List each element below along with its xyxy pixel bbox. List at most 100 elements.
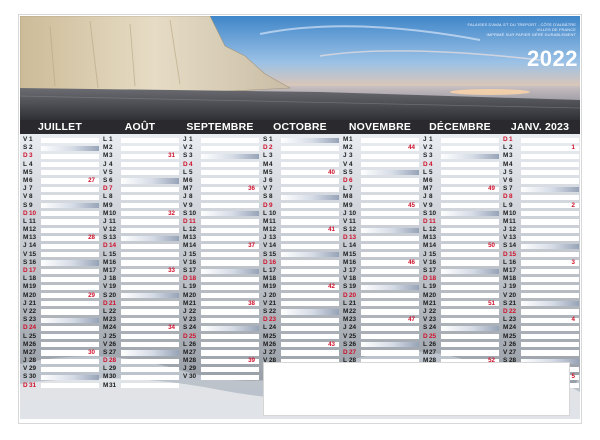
day-cell[interactable] <box>41 309 99 315</box>
day-cell[interactable] <box>41 186 99 192</box>
day-cell[interactable] <box>201 366 259 372</box>
day-cell[interactable] <box>361 284 419 291</box>
day-cell[interactable] <box>41 211 99 217</box>
day-cell[interactable] <box>521 227 579 233</box>
day-cell[interactable] <box>361 186 419 192</box>
day-cell[interactable] <box>201 162 259 168</box>
day-cell[interactable] <box>41 137 99 143</box>
day-cell[interactable] <box>521 342 579 348</box>
day-cell[interactable] <box>441 219 499 225</box>
day-cell[interactable] <box>441 153 499 160</box>
day-cell[interactable] <box>441 194 499 200</box>
day-cell[interactable] <box>121 284 179 291</box>
day-cell[interactable] <box>281 301 339 307</box>
day-cell[interactable] <box>441 178 499 184</box>
day-cell[interactable] <box>361 170 419 176</box>
day-cell[interactable] <box>281 162 339 168</box>
day-cell[interactable] <box>201 252 259 258</box>
day-cell[interactable] <box>41 153 99 160</box>
day-cell[interactable] <box>121 366 179 372</box>
day-cell[interactable] <box>441 325 499 331</box>
day-cell[interactable] <box>361 235 419 241</box>
day-cell[interactable] <box>521 260 579 266</box>
day-cell[interactable] <box>201 268 259 274</box>
day-cell[interactable] <box>521 137 579 143</box>
day-cell[interactable] <box>121 178 179 184</box>
day-cell[interactable] <box>361 162 419 168</box>
day-cell[interactable] <box>441 211 499 217</box>
day-cell[interactable] <box>521 325 579 331</box>
day-cell[interactable] <box>281 211 339 217</box>
day-cell[interactable] <box>521 243 579 250</box>
day-cell[interactable] <box>121 276 179 282</box>
day-cell[interactable] <box>201 374 259 381</box>
day-cell[interactable] <box>521 301 579 307</box>
day-cell[interactable] <box>121 334 179 340</box>
day-cell[interactable] <box>441 293 499 299</box>
day-cell[interactable] <box>121 162 179 168</box>
day-cell[interactable] <box>201 325 259 331</box>
day-cell[interactable] <box>521 153 579 160</box>
day-cell[interactable] <box>441 145 499 151</box>
day-cell[interactable] <box>121 293 179 299</box>
day-cell[interactable] <box>361 227 419 233</box>
day-cell[interactable] <box>121 260 179 266</box>
day-cell[interactable] <box>521 293 579 299</box>
day-cell[interactable] <box>521 268 579 274</box>
day-cell[interactable] <box>121 145 179 151</box>
day-cell[interactable] <box>121 227 179 233</box>
day-cell[interactable] <box>361 325 419 331</box>
day-cell[interactable] <box>281 276 339 282</box>
day-cell[interactable] <box>41 325 99 331</box>
day-cell[interactable] <box>41 284 99 291</box>
day-cell[interactable] <box>281 186 339 192</box>
day-cell[interactable] <box>441 342 499 348</box>
day-cell[interactable] <box>441 260 499 266</box>
day-cell[interactable] <box>521 211 579 217</box>
day-cell[interactable] <box>121 383 179 389</box>
day-cell[interactable] <box>281 137 339 143</box>
day-cell[interactable] <box>281 260 339 266</box>
day-cell[interactable] <box>201 309 259 315</box>
day-cell[interactable] <box>41 203 99 209</box>
day-cell[interactable] <box>441 203 499 209</box>
day-cell[interactable] <box>41 358 99 364</box>
day-cell[interactable] <box>41 170 99 176</box>
day-cell[interactable] <box>441 350 499 356</box>
day-cell[interactable] <box>361 309 419 315</box>
day-cell[interactable] <box>201 334 259 340</box>
day-cell[interactable] <box>441 252 499 258</box>
day-cell[interactable] <box>201 227 259 233</box>
day-cell[interactable] <box>281 309 339 315</box>
day-cell[interactable] <box>41 219 99 225</box>
day-cell[interactable] <box>201 137 259 143</box>
day-cell[interactable] <box>121 301 179 307</box>
day-cell[interactable] <box>361 153 419 160</box>
day-cell[interactable] <box>281 252 339 258</box>
day-cell[interactable] <box>41 243 99 250</box>
day-cell[interactable] <box>41 317 99 323</box>
day-cell[interactable] <box>361 276 419 282</box>
day-cell[interactable] <box>201 170 259 176</box>
day-cell[interactable] <box>201 178 259 184</box>
day-cell[interactable] <box>521 170 579 176</box>
day-cell[interactable] <box>281 153 339 160</box>
day-cell[interactable] <box>41 194 99 200</box>
day-cell[interactable] <box>441 284 499 291</box>
day-cell[interactable] <box>441 162 499 168</box>
day-cell[interactable] <box>441 268 499 274</box>
day-cell[interactable] <box>121 350 179 356</box>
day-cell[interactable] <box>281 235 339 241</box>
day-cell[interactable] <box>281 334 339 340</box>
day-cell[interactable] <box>441 334 499 340</box>
day-cell[interactable] <box>521 317 579 323</box>
day-cell[interactable] <box>121 219 179 225</box>
day-cell[interactable] <box>281 178 339 184</box>
notes-box[interactable] <box>263 362 570 416</box>
day-cell[interactable] <box>41 276 99 282</box>
day-cell[interactable] <box>41 334 99 340</box>
day-cell[interactable] <box>201 153 259 160</box>
day-cell[interactable] <box>361 334 419 340</box>
day-cell[interactable] <box>521 334 579 340</box>
day-cell[interactable] <box>281 293 339 299</box>
